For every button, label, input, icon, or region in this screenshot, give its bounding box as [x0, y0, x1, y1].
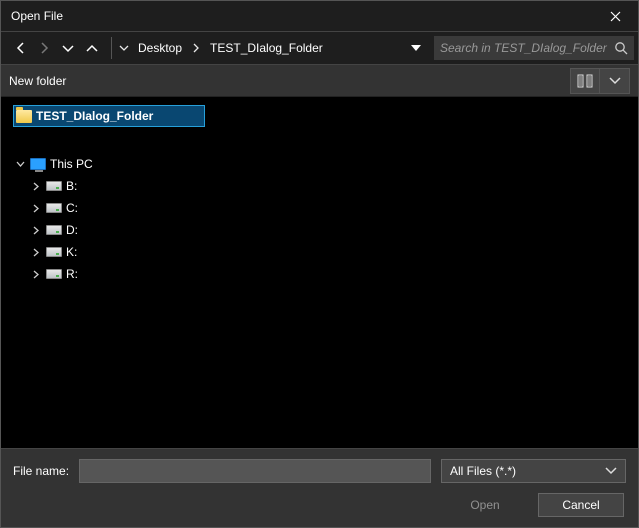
search-box[interactable] [434, 36, 634, 60]
breadcrumb-separator[interactable] [190, 43, 202, 53]
title-bar: Open File [1, 1, 638, 31]
file-list-pane[interactable] [211, 97, 638, 448]
chevron-left-icon [16, 42, 25, 54]
chevron-right-icon [40, 42, 49, 54]
search-icon[interactable] [614, 41, 628, 55]
navigation-bar: Desktop TEST_DIalog_Folder [1, 31, 638, 65]
close-icon [610, 11, 621, 22]
bottom-panel: File name: All Files (*.*) Open Cancel [1, 448, 638, 527]
chevron-right-icon [33, 204, 40, 213]
drive-icon [46, 247, 62, 257]
chevron-down-icon [119, 44, 129, 52]
drive-icon [46, 225, 62, 235]
chevron-right-icon [33, 182, 40, 191]
drive-icon [46, 203, 62, 213]
view-icon [577, 74, 593, 88]
tree-item-drive[interactable]: K: [27, 241, 205, 263]
chevron-right-icon [33, 248, 40, 257]
close-button[interactable] [593, 1, 638, 31]
tree-item-label: R: [66, 267, 78, 281]
nav-back-button[interactable] [9, 36, 31, 60]
tree-item-drive[interactable]: B: [27, 175, 205, 197]
chevron-down-icon [605, 467, 617, 475]
triangle-down-icon [411, 45, 421, 51]
view-buttons [570, 68, 630, 94]
button-label: Cancel [562, 498, 599, 512]
dialog-title: Open File [11, 9, 63, 23]
breadcrumb-segment-desktop[interactable]: Desktop [132, 37, 188, 59]
tree-item-label: C: [66, 201, 78, 215]
chevron-down-icon [16, 161, 25, 168]
chevron-down-icon [62, 44, 74, 53]
nav-forward-button[interactable] [33, 36, 55, 60]
nav-buttons [5, 36, 107, 60]
body-area: TEST_DIalog_Folder This PC B: [1, 97, 638, 448]
breadcrumb[interactable]: Desktop TEST_DIalog_Folder [116, 36, 430, 60]
computer-icon [30, 158, 46, 170]
filename-row: File name: All Files (*.*) [13, 459, 626, 483]
expander-collapsed[interactable] [30, 204, 42, 213]
toolbar: New folder [1, 65, 638, 97]
breadcrumb-label: Desktop [138, 41, 182, 55]
chevron-right-icon [33, 226, 40, 235]
tree-spacer [7, 127, 205, 153]
tree-item-this-pc[interactable]: This PC [11, 153, 205, 175]
breadcrumb-label: TEST_DIalog_Folder [210, 41, 323, 55]
separator [111, 37, 112, 59]
tree-item-label: B: [66, 179, 77, 193]
expander-expanded[interactable] [14, 161, 26, 168]
drive-icon [46, 181, 62, 191]
change-view-button[interactable] [570, 68, 600, 94]
tree-item-label: D: [66, 223, 78, 237]
breadcrumb-dropdown-button[interactable] [404, 45, 428, 51]
navigation-tree[interactable]: TEST_DIalog_Folder This PC B: [1, 97, 211, 448]
nav-recent-button[interactable] [57, 36, 79, 60]
expander-collapsed[interactable] [30, 248, 42, 257]
file-type-filter[interactable]: All Files (*.*) [441, 459, 626, 483]
chevron-right-icon [193, 43, 200, 53]
nav-up-button[interactable] [81, 36, 103, 60]
expander-collapsed[interactable] [30, 226, 42, 235]
chevron-down-icon [609, 76, 621, 85]
tree-item-drive[interactable]: R: [27, 263, 205, 285]
chevron-up-icon [86, 44, 98, 53]
view-dropdown-button[interactable] [600, 68, 630, 94]
tree-item-drive[interactable]: D: [27, 219, 205, 241]
file-name-input[interactable] [79, 459, 431, 483]
tree-item-label: K: [66, 245, 77, 259]
chevron-right-icon [33, 270, 40, 279]
breadcrumb-root-dropdown[interactable] [118, 44, 130, 52]
search-input[interactable] [440, 41, 608, 55]
open-file-dialog: Open File Desktop [0, 0, 639, 528]
tree-item-label: This PC [50, 157, 93, 171]
tree-item-selected-folder[interactable]: TEST_DIalog_Folder [13, 105, 205, 127]
action-buttons-row: Open Cancel [13, 493, 626, 517]
new-folder-button[interactable]: New folder [9, 74, 66, 88]
new-folder-label: New folder [9, 74, 66, 88]
expander-collapsed[interactable] [30, 182, 42, 191]
file-name-label: File name: [13, 464, 69, 478]
filter-label: All Files (*.*) [450, 464, 516, 478]
breadcrumb-segment-folder[interactable]: TEST_DIalog_Folder [204, 37, 329, 59]
button-label: Open [470, 498, 499, 512]
tree-item-drive[interactable]: C: [27, 197, 205, 219]
open-button[interactable]: Open [442, 493, 528, 517]
tree-item-label: TEST_DIalog_Folder [36, 109, 153, 123]
drive-icon [46, 269, 62, 279]
cancel-button[interactable]: Cancel [538, 493, 624, 517]
expander-collapsed[interactable] [30, 270, 42, 279]
folder-icon [16, 110, 32, 123]
